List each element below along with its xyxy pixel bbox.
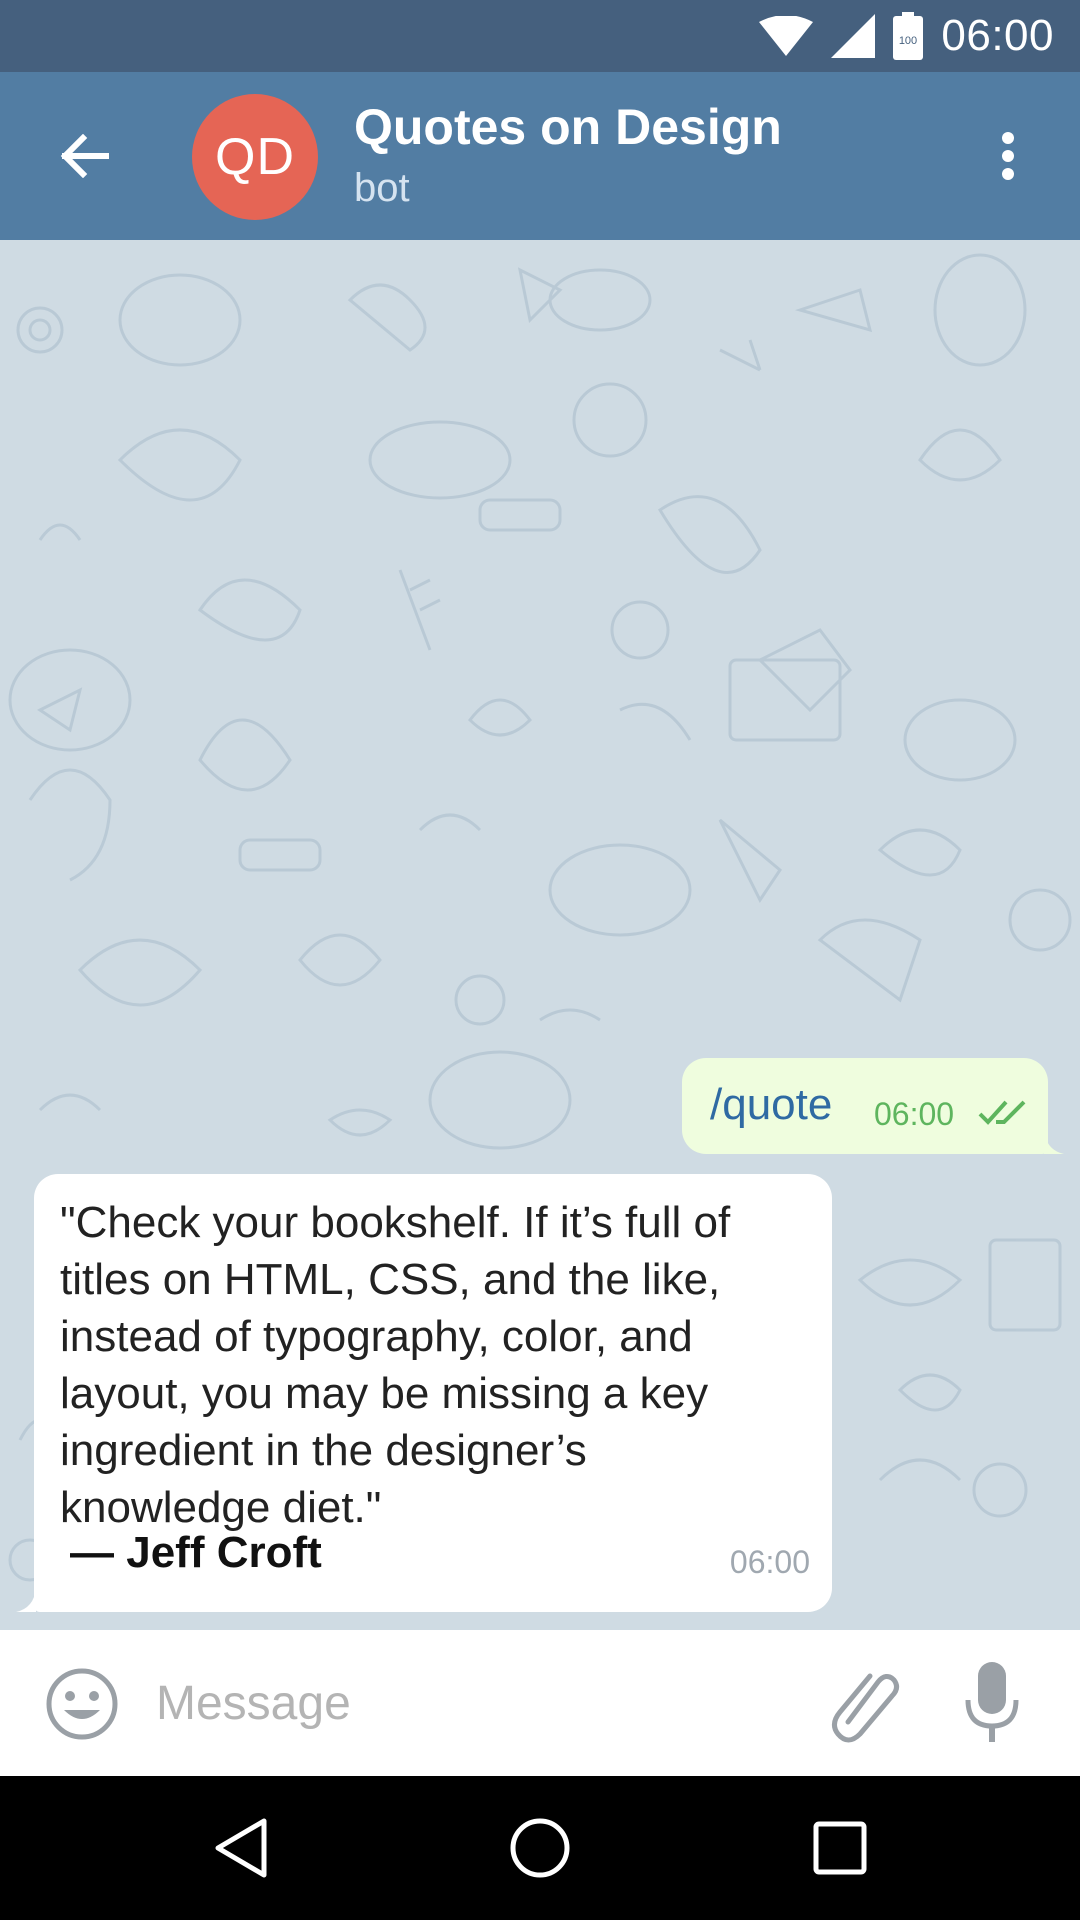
triangle-back-icon bbox=[215, 1818, 267, 1878]
quote-author: — Jeff Croft bbox=[70, 1528, 322, 1577]
more-vertical-icon bbox=[1002, 132, 1014, 180]
more-options-button[interactable] bbox=[976, 112, 1040, 200]
outgoing-message-time: 06:00 bbox=[874, 1096, 955, 1132]
chat-subtitle: bot bbox=[354, 166, 410, 210]
outgoing-message-text: /quote bbox=[710, 1080, 833, 1129]
incoming-message-time: 06:00 bbox=[729, 1544, 810, 1580]
status-time: 06:00 bbox=[941, 11, 1054, 60]
nav-home-button[interactable] bbox=[500, 1812, 580, 1884]
nav-back-button[interactable] bbox=[200, 1812, 280, 1884]
message-input[interactable] bbox=[156, 1658, 796, 1748]
chat-area[interactable]: /quote 06:00 "Check your bookshelf. If i… bbox=[0, 240, 1080, 1630]
battery-icon: 100 bbox=[893, 12, 924, 60]
back-button[interactable] bbox=[40, 112, 128, 200]
nav-recents-button[interactable] bbox=[800, 1812, 880, 1884]
chat-title[interactable]: Quotes on Design bbox=[354, 98, 782, 156]
battery-level-text: 100 bbox=[899, 35, 917, 47]
incoming-message-text: "Check your bookshelf. If it’s full of t… bbox=[60, 1194, 820, 1536]
bubble-tail bbox=[16, 1588, 36, 1612]
system-navigation-bar bbox=[0, 1776, 1080, 1920]
message-line: "Check your bookshelf. If it’s full of bbox=[60, 1198, 731, 1247]
avatar[interactable]: QD bbox=[192, 94, 318, 220]
bubble-tail bbox=[1044, 1130, 1064, 1154]
incoming-message-bubble[interactable]: "Check your bookshelf. If it’s full of t… bbox=[16, 1174, 832, 1612]
mic-icon bbox=[965, 1662, 1019, 1742]
attach-button[interactable] bbox=[826, 1664, 906, 1744]
message-line: layout, you may be missing a key bbox=[60, 1369, 709, 1418]
circle-home-icon bbox=[510, 1818, 570, 1878]
status-bar: 100 06:00 bbox=[0, 0, 1080, 72]
emoji-icon bbox=[46, 1668, 118, 1740]
emoji-button[interactable] bbox=[42, 1664, 122, 1744]
square-recents-icon bbox=[813, 1821, 867, 1875]
message-line: ingredient in the designer’s bbox=[60, 1426, 587, 1475]
message-line: titles on HTML, CSS, and the like, bbox=[60, 1255, 721, 1304]
voice-message-button[interactable] bbox=[962, 1660, 1042, 1746]
cellular-signal-icon bbox=[831, 14, 876, 58]
avatar-initials: QD bbox=[215, 128, 295, 186]
wifi-icon bbox=[759, 16, 814, 56]
chat-header: QD Quotes on Design bot bbox=[0, 72, 1080, 240]
paperclip-icon bbox=[832, 1673, 900, 1743]
outgoing-message-bubble[interactable]: /quote 06:00 bbox=[682, 1058, 1064, 1154]
double-check-icon bbox=[978, 1100, 1026, 1125]
message-composer bbox=[0, 1630, 1080, 1776]
message-line: instead of typography, color, and bbox=[60, 1312, 693, 1361]
arrow-left-icon bbox=[60, 134, 109, 178]
